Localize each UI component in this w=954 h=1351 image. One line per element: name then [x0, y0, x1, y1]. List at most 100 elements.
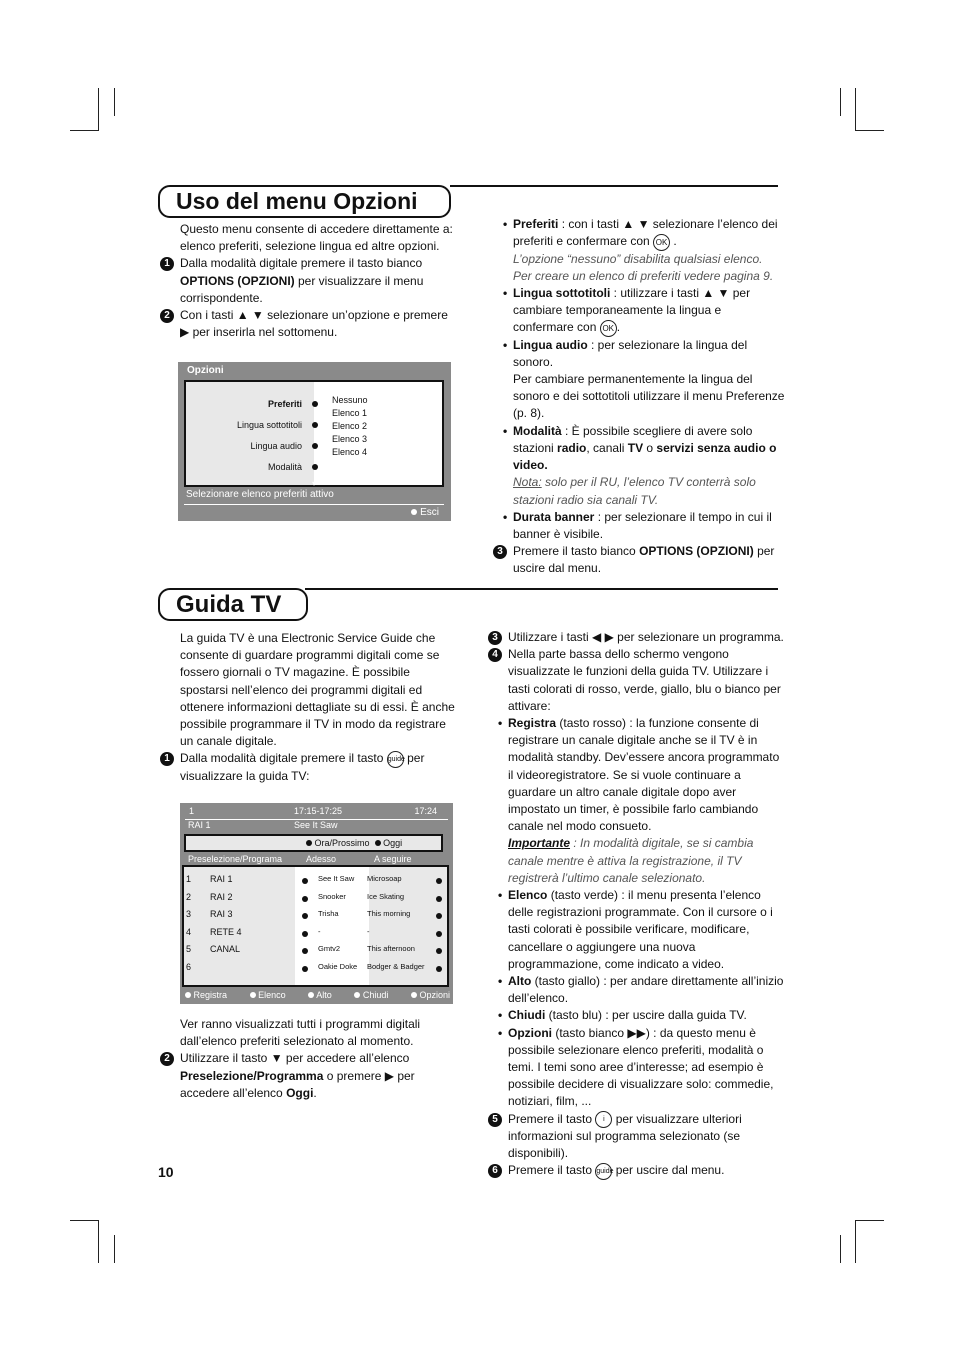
cell-next: This morning: [367, 909, 411, 919]
text-run: Con i tasti ▲ ▼ selezionare un’opzione e…: [180, 308, 448, 340]
option-item[interactable]: Elenco 1: [332, 407, 442, 420]
crop-mark: [70, 1220, 99, 1221]
menu-item-2[interactable]: Lingua audio: [237, 436, 302, 457]
paragraph: Questo menu consente di accedere diretta…: [180, 221, 460, 255]
cell-next: Bodger & Badger: [367, 961, 425, 971]
bullet-dot-icon: [312, 415, 318, 436]
text-run: Premere il tasto: [508, 1163, 596, 1178]
crop-mark: [855, 130, 884, 131]
paragraph: Ver ranno visualizzati tutti i programmi…: [180, 1016, 460, 1050]
options-list: Nessuno Elenco 1 Elenco 2 Elenco 3 Elenco 4: [314, 382, 442, 485]
numbered-step: 5 Premere il tasto i per visualizzare ult…: [488, 1111, 787, 1163]
channel-number: 1: [189, 806, 195, 816]
section-title: Guida TV: [158, 588, 308, 621]
section1-right-column: Preferiti : con i tasti ▲ ▼ selezionare …: [490, 216, 785, 578]
numbered-step: 2 Con i tasti ▲ ▼ selezionare un’opzione …: [160, 307, 460, 341]
text-run: Lingua audio: [513, 337, 588, 352]
guide-button-elenco[interactable]: Elenco: [249, 990, 286, 1000]
filter-label: Ora/Prossimo: [314, 838, 370, 848]
numbered-step: 1 Dalla modalità digitale premere il tast…: [160, 750, 460, 785]
step-number-icon: 3: [493, 545, 507, 560]
option-item[interactable]: Elenco 2: [332, 420, 442, 433]
color-key-icon: [185, 992, 191, 998]
text-run: .: [616, 320, 621, 335]
paragraph: La guida TV è una Electronic Service Gui…: [180, 630, 460, 750]
table-row[interactable]: 1 RAI 1 See It Saw Microsoap: [184, 874, 447, 892]
bullet-item: Elenco (tasto verde) : il menu presenta …: [498, 887, 787, 973]
crop-mark: [855, 88, 856, 131]
text-run: .: [313, 1085, 317, 1100]
text-run: Premere il tasto bianco: [513, 544, 640, 559]
option-item[interactable]: Elenco 3: [332, 433, 442, 446]
table-row[interactable]: 3 RAI 3 Trisha This morning: [184, 909, 447, 927]
cell-next: Microsoap: [367, 874, 402, 883]
program-list: 1 RAI 1 See It Saw Microsoap 2 RAI 2 Snooker Ic…: [182, 865, 449, 987]
color-key-icon: [410, 992, 417, 998]
guide-button-alto[interactable]: Alto: [308, 990, 332, 1000]
text-run: .: [670, 234, 677, 249]
color-key-icon: [249, 992, 256, 998]
bullet-item: Lingua sottotitoli : utilizzare i tasti …: [503, 285, 785, 337]
text-run: Importante: [508, 836, 571, 851]
bullet-dot-icon: [302, 895, 308, 902]
bullet-dot-icon: [302, 913, 308, 920]
table-row[interactable]: 2 RAI 2 Snooker Ice Skating: [184, 892, 447, 910]
step-number-icon: 2: [160, 309, 174, 324]
guide-button-chiudi[interactable]: Chiudi: [354, 990, 388, 1000]
text-run: Opzioni: [508, 1025, 552, 1040]
guide-button-registra[interactable]: Registra: [185, 990, 227, 1000]
cell-name: RETE 4: [210, 926, 242, 937]
text-run: Preferiti: [513, 217, 559, 231]
button-label: Chiudi: [362, 990, 389, 1000]
cell-n: 3: [186, 909, 192, 920]
text-run: OPTIONS (OPZIONI): [180, 273, 295, 288]
numbered-step: 6 Premere il tasto guide per uscire dal m…: [488, 1162, 787, 1180]
radio-icon: [306, 840, 312, 846]
bullet-item: Lingua audio : per selezionare la lingua…: [503, 337, 785, 423]
table-row[interactable]: 5 CANAL Gmtv2 This afternoon: [184, 944, 447, 962]
button-label: Alto: [316, 990, 332, 1000]
bullet-dot-icon: [436, 930, 442, 937]
numbered-step: 4 Nella parte bassa dello schermo vengono…: [488, 646, 787, 715]
option-item[interactable]: Nessuno: [332, 394, 442, 407]
clock: 17:24: [414, 806, 437, 816]
menu-item-0[interactable]: Preferiti: [237, 394, 302, 415]
text-run: Questo menu consente di accedere diretta…: [180, 222, 453, 254]
cell-name: RAI 3: [210, 909, 233, 920]
table-row[interactable]: 4 RETE 4 - -: [184, 927, 447, 945]
options-menu-header: Opzioni: [187, 365, 224, 376]
option-item[interactable]: Elenco 4: [332, 446, 442, 459]
options-status-text: Selezionare elenco preferiti attivo: [186, 489, 334, 500]
menu-item-3[interactable]: Modalità: [237, 457, 302, 478]
crop-mark: [855, 1220, 856, 1263]
crop-mark: [114, 88, 115, 116]
filter-now-next[interactable]: Ora/Prossimo: [306, 838, 370, 848]
text-run: Modalità: [513, 423, 562, 438]
table-row[interactable]: 6 Oakie Doke Bodger & Badger: [184, 962, 447, 980]
page-number: 10: [158, 1164, 174, 1180]
section2-left-column: La guida TV è una Electronic Service Gui…: [160, 630, 460, 785]
text-run: , canali: [586, 440, 628, 455]
text-run: radio: [557, 440, 587, 455]
bullet-item: Registra (tasto rosso) : la funzione con…: [498, 715, 787, 887]
filter-today[interactable]: Oggi: [374, 838, 403, 848]
text-run: TV: [627, 440, 644, 455]
menu-item-1[interactable]: Lingua sottotitoli: [237, 415, 302, 436]
text-run: Utilizzare i tasti ◀ ▶ per selezionare u…: [508, 630, 784, 644]
numbered-step: 2 Utilizzare il tasto ▼ per accedere all’…: [160, 1050, 460, 1102]
button-label: Opzioni: [419, 990, 450, 1000]
cell-n: 1: [186, 874, 192, 884]
text-run: Elenco: [508, 888, 548, 903]
text-run: (tasto giallo) : per andare direttamente…: [508, 974, 784, 1006]
bullet-dot-icon: [302, 930, 308, 937]
text-run: Oggi: [286, 1085, 314, 1100]
text-run: Dalla modalità digitale premere il tasto: [180, 751, 387, 766]
exit-button[interactable]: Esci: [411, 507, 439, 518]
filter-label: Oggi: [383, 838, 403, 848]
guide-button-opzioni[interactable]: Opzioni: [410, 990, 450, 1000]
text-run: Lingua sottotitoli: [513, 285, 611, 300]
bullet-dot-icon: [302, 878, 308, 884]
step-number-icon: 2: [160, 1052, 174, 1067]
cell-n: 5: [186, 944, 192, 955]
text-run: Ver ranno visualizzati tutti i programmi…: [180, 1017, 421, 1049]
